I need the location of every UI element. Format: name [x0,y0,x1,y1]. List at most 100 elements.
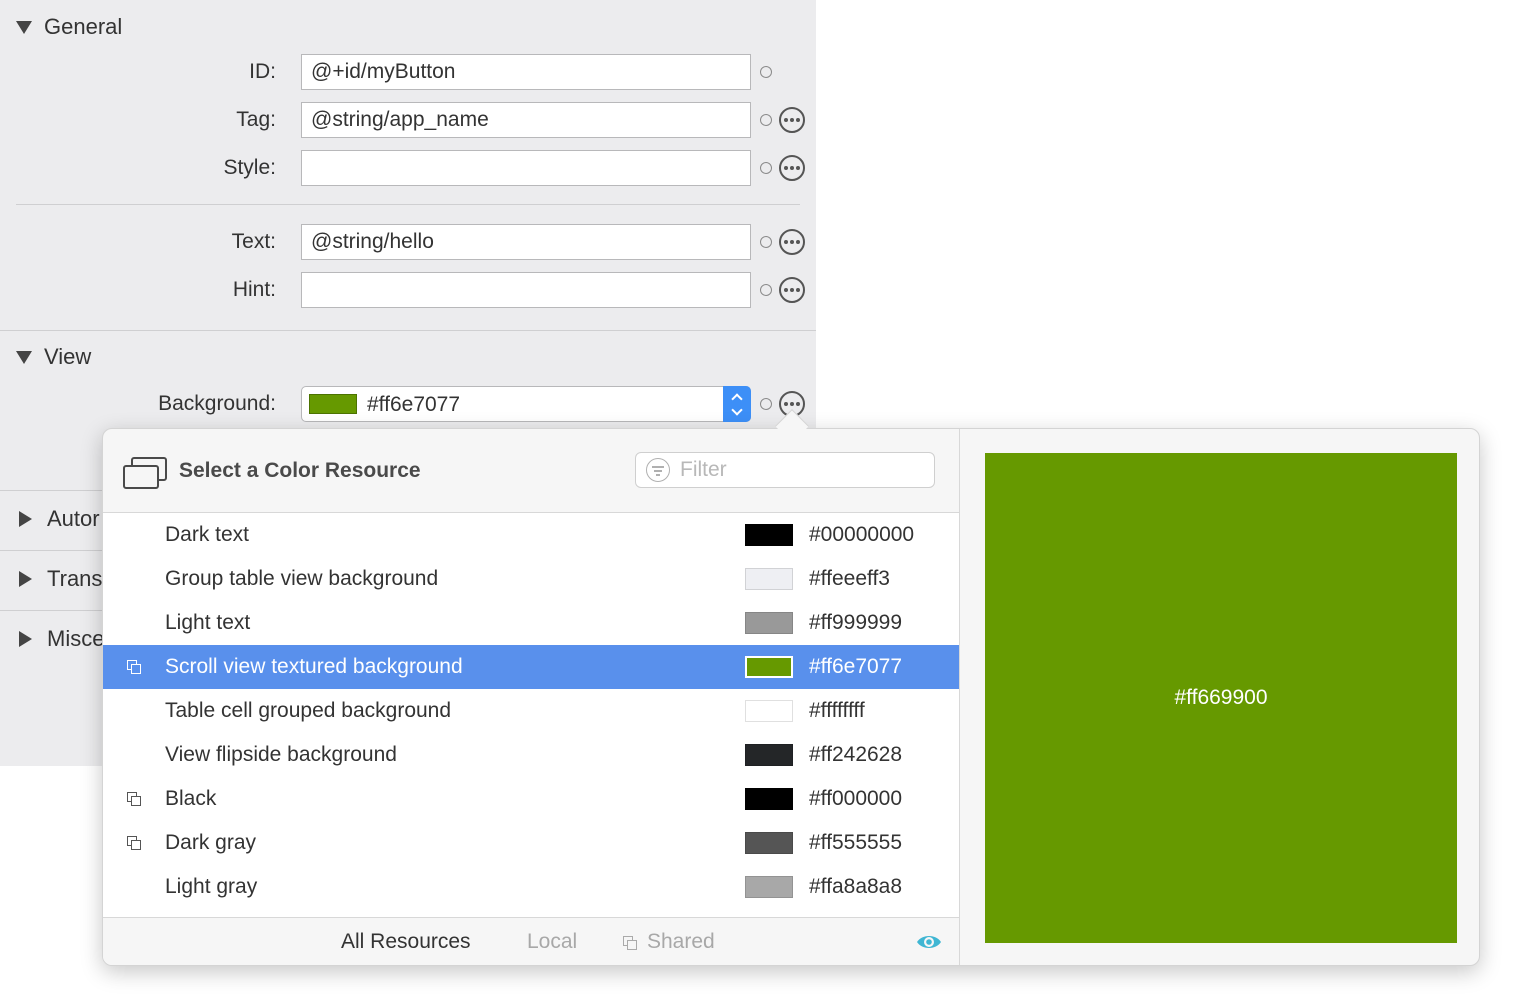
shared-icon [127,792,141,806]
field-label: Hint: [232,278,276,301]
filter-input[interactable] [680,453,920,487]
shared-icon [127,660,141,674]
color-preview-label: #ff669900 [1174,686,1268,709]
field-row: ID: [0,54,816,90]
disclosure-triangle-icon [19,631,32,647]
resource-row[interactable]: Scroll view textured background #ff6e7077 [103,645,959,689]
section-divider [0,330,816,331]
popover-header: Select a Color Resource [103,429,959,513]
section-general-header[interactable]: General [16,14,122,40]
field-row: Tag: [0,102,816,138]
resource-name: Scroll view textured background [165,655,463,678]
attribute-default-indicator[interactable] [760,284,772,296]
background-color-swatch [309,394,357,414]
resource-row[interactable]: Dark text #00000000 [103,513,959,557]
section-autoresizing-title: Autor [47,506,100,531]
field-row: Hint: [0,272,816,308]
field-label: Style: [223,156,276,179]
resource-name: View flipside background [165,743,397,766]
field-divider [16,204,800,205]
shared-icon [623,936,637,950]
resource-row[interactable]: View flipside background #ff242628 [103,733,959,777]
field-label: Tag: [236,108,276,131]
resource-hex-value: #ffa8a8a8 [809,875,903,898]
resource-name: Light gray [165,875,258,898]
tab-all-resources[interactable]: All Resources [341,930,471,954]
resource-name: Table cell grouped background [165,699,452,722]
resource-row[interactable]: Group table view background #ffeeeff3 [103,557,959,601]
background-field-row: Background: #ff6e7077 [0,386,816,422]
resource-row[interactable]: Table cell grouped background #ffffffff [103,689,959,733]
resource-list: Dark text #00000000 Group table view backg… [103,513,959,917]
field-label: ID: [249,60,276,83]
filter-field[interactable] [635,452,935,488]
resource-color-swatch [745,568,793,590]
resource-color-swatch [745,700,793,722]
popover-title: Select a Color Resource [179,459,421,482]
resource-hex-value: #ff000000 [809,787,903,810]
field-input[interactable] [301,150,751,186]
section-transform-header[interactable]: Trans [16,566,102,592]
field-label: Text: [231,230,276,253]
resource-color-swatch [745,832,793,854]
section-misc-title: Misce [47,626,105,651]
color-preview-swatch: #ff669900 [985,453,1457,943]
attribute-default-indicator[interactable] [760,114,772,126]
attribute-default-indicator[interactable] [760,66,772,78]
filter-icon [646,458,670,482]
section-transform-title: Trans [47,566,103,591]
disclosure-triangle-icon [16,20,32,34]
section-autoresizing-header[interactable]: Autor [16,506,100,532]
resource-color-swatch [745,524,793,546]
resource-row[interactable]: Light text #ff999999 [103,601,959,645]
tab-shared[interactable]: Shared [647,930,715,954]
shared-icon [127,836,141,850]
section-general-title: General [44,14,123,39]
more-options-button[interactable] [779,107,805,133]
field-input[interactable] [301,102,751,138]
resource-name: Group table view background [165,567,439,590]
popover-footer: All Resources Local Shared [103,917,959,965]
resource-row[interactable]: Black #ff000000 [103,777,959,821]
disclosure-triangle-icon [19,511,32,527]
field-row: Style: [0,150,816,186]
disclosure-triangle-icon [19,571,32,587]
resource-row[interactable]: Dark gray #ff555555 [103,821,959,865]
attribute-default-indicator[interactable] [760,398,772,410]
resource-name: Dark text [165,523,250,546]
field-input[interactable] [301,54,751,90]
disclosure-triangle-icon [16,350,32,364]
field-input[interactable] [301,272,751,308]
attribute-default-indicator[interactable] [760,236,772,248]
color-resource-popover: Select a Color Resource Dark text #000000… [102,428,1480,966]
eye-icon[interactable] [915,932,943,952]
tab-local[interactable]: Local [527,930,577,954]
resource-row[interactable]: Light gray #ffa8a8a8 [103,865,959,909]
more-options-button[interactable] [779,155,805,181]
resource-hex-value: #ffeeeff3 [809,567,890,590]
section-view-header[interactable]: View [16,344,91,370]
select-stepper-icon[interactable] [723,386,751,422]
resource-color-swatch [745,656,793,678]
section-view-title: View [44,344,92,369]
more-options-button[interactable] [779,277,805,303]
attribute-default-indicator[interactable] [760,162,772,174]
resource-hex-value: #ff999999 [809,611,903,634]
resource-hex-value: #ffffffff [809,699,865,722]
field-input[interactable] [301,224,751,260]
resource-hex-value: #ff6e7077 [809,655,903,678]
resource-name: Black [165,787,217,810]
resource-color-swatch [745,788,793,810]
resource-hex-value: #ff242628 [809,743,903,766]
section-misc-header[interactable]: Misce [16,626,104,652]
resource-color-swatch [745,612,793,634]
more-options-button[interactable] [779,229,805,255]
field-row: Text: [0,224,816,260]
resources-icon [123,457,167,489]
resource-list-pane: Select a Color Resource Dark text #000000… [103,429,959,965]
background-value: #ff6e7077 [367,393,461,416]
background-select[interactable]: #ff6e7077 [301,386,751,422]
resource-name: Light text [165,611,251,634]
resource-color-swatch [745,744,793,766]
resource-hex-value: #ff555555 [809,831,903,854]
